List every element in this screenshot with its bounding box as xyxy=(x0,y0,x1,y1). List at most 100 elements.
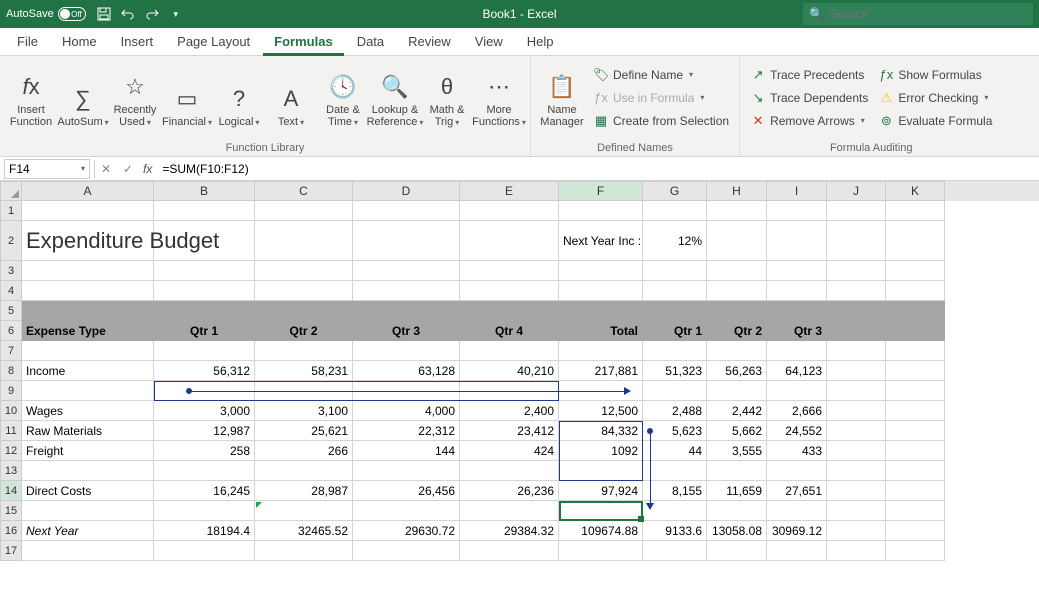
cell[interactable]: 51,323 xyxy=(643,361,707,381)
cell[interactable]: Qtr 2 xyxy=(255,321,353,341)
select-all-button[interactable] xyxy=(0,181,22,201)
cell[interactable]: 266 xyxy=(255,441,353,461)
cell[interactable]: 25,621 xyxy=(255,421,353,441)
row-header[interactable]: 14 xyxy=(0,481,22,501)
cell[interactable] xyxy=(460,201,559,221)
cell[interactable]: 84,332 xyxy=(559,421,643,441)
cell[interactable]: Next Year xyxy=(22,521,154,541)
cell[interactable] xyxy=(643,341,707,361)
cell[interactable] xyxy=(353,261,460,281)
tab-data[interactable]: Data xyxy=(346,28,395,56)
cell[interactable] xyxy=(154,281,255,301)
row-header[interactable]: 5 xyxy=(0,301,22,321)
autosum-button[interactable]: ∑AutoSum▾ xyxy=(58,60,108,130)
cell[interactable] xyxy=(559,301,643,321)
cell[interactable]: 433 xyxy=(767,441,827,461)
cell[interactable] xyxy=(643,541,707,561)
row-header[interactable]: 9 xyxy=(0,381,22,401)
row-header[interactable]: 13 xyxy=(0,461,22,481)
logical-button[interactable]: ?Logical▾ xyxy=(214,60,264,130)
cell[interactable] xyxy=(707,201,767,221)
cell[interactable]: 2,400 xyxy=(460,401,559,421)
cell[interactable]: 44 xyxy=(643,441,707,461)
col-header-D[interactable]: D xyxy=(353,181,460,201)
cell[interactable] xyxy=(559,261,643,281)
remove-arrows-button[interactable]: ✕Remove Arrows▾ xyxy=(746,110,872,131)
cell[interactable]: 16,245 xyxy=(154,481,255,501)
col-header-I[interactable]: I xyxy=(767,181,827,201)
recently-used-button[interactable]: ☆Recently Used▾ xyxy=(110,60,160,130)
cell[interactable] xyxy=(767,461,827,481)
define-name-button[interactable]: 🏷Define Name▾ xyxy=(589,64,733,85)
cell[interactable] xyxy=(707,261,767,281)
search-input[interactable] xyxy=(830,7,1027,21)
cell[interactable] xyxy=(827,541,886,561)
cell[interactable]: 11,659 xyxy=(707,481,767,501)
cell[interactable]: Wages xyxy=(22,401,154,421)
cell[interactable]: 24,552 xyxy=(767,421,827,441)
create-from-selection-button[interactable]: ▦Create from Selection xyxy=(589,110,733,131)
cell[interactable]: 27,651 xyxy=(767,481,827,501)
cell[interactable]: 5,662 xyxy=(707,421,767,441)
cell[interactable] xyxy=(154,261,255,281)
cell[interactable] xyxy=(460,461,559,481)
cell[interactable]: 64,123 xyxy=(767,361,827,381)
cell[interactable] xyxy=(353,341,460,361)
more-functions-button[interactable]: ⋯More Functions▾ xyxy=(474,60,524,130)
cell[interactable] xyxy=(707,501,767,521)
cell[interactable]: 29384.32 xyxy=(460,521,559,541)
cell[interactable]: 58,231 xyxy=(255,361,353,381)
evaluate-formula-button[interactable]: ⊚Evaluate Formula xyxy=(874,110,996,131)
cell[interactable]: Qtr 2 xyxy=(707,321,767,341)
cell[interactable] xyxy=(827,201,886,221)
cell[interactable] xyxy=(886,501,945,521)
cell[interactable] xyxy=(255,281,353,301)
row-header[interactable]: 17 xyxy=(0,541,22,561)
cell[interactable]: Qtr 4 xyxy=(460,321,559,341)
enter-formula-icon[interactable]: ✓ xyxy=(117,159,139,179)
cell[interactable]: Qtr 3 xyxy=(353,321,460,341)
cell[interactable] xyxy=(255,201,353,221)
cell[interactable] xyxy=(767,201,827,221)
cell[interactable] xyxy=(886,401,945,421)
search-box[interactable]: 🔍 xyxy=(803,3,1033,25)
cell[interactable] xyxy=(255,261,353,281)
cell[interactable] xyxy=(22,461,154,481)
cell[interactable] xyxy=(22,501,154,521)
tab-file[interactable]: File xyxy=(6,28,49,56)
cell[interactable] xyxy=(154,461,255,481)
cell[interactable] xyxy=(154,201,255,221)
row-header[interactable]: 12 xyxy=(0,441,22,461)
cell[interactable] xyxy=(353,541,460,561)
cell[interactable]: 4,000 xyxy=(353,401,460,421)
undo-icon[interactable] xyxy=(116,3,140,25)
cell[interactable] xyxy=(22,281,154,301)
cell[interactable] xyxy=(460,221,559,261)
cell[interactable] xyxy=(22,381,154,401)
cell[interactable]: 9133.6 xyxy=(643,521,707,541)
save-icon[interactable] xyxy=(92,3,116,25)
qat-dropdown-icon[interactable]: ▾ xyxy=(164,3,188,25)
tab-review[interactable]: Review xyxy=(397,28,462,56)
tab-view[interactable]: View xyxy=(464,28,514,56)
col-header-F[interactable]: F xyxy=(559,181,643,201)
cell[interactable] xyxy=(460,541,559,561)
cell[interactable] xyxy=(154,221,255,261)
cell[interactable] xyxy=(559,341,643,361)
cell[interactable] xyxy=(707,461,767,481)
cell[interactable] xyxy=(643,201,707,221)
cell[interactable] xyxy=(22,301,154,321)
cell[interactable]: 12,987 xyxy=(154,421,255,441)
error-checking-button[interactable]: ⚠Error Checking▾ xyxy=(874,87,996,108)
cell[interactable] xyxy=(827,521,886,541)
cell[interactable]: 2,666 xyxy=(767,401,827,421)
col-header-C[interactable]: C xyxy=(255,181,353,201)
cell[interactable] xyxy=(767,541,827,561)
tab-page-layout[interactable]: Page Layout xyxy=(166,28,261,56)
cell[interactable] xyxy=(827,381,886,401)
cell[interactable] xyxy=(707,381,767,401)
tab-insert[interactable]: Insert xyxy=(110,28,165,56)
financial-button[interactable]: ▭Financial▾ xyxy=(162,60,212,130)
cell[interactable] xyxy=(643,381,707,401)
col-header-K[interactable]: K xyxy=(886,181,945,201)
